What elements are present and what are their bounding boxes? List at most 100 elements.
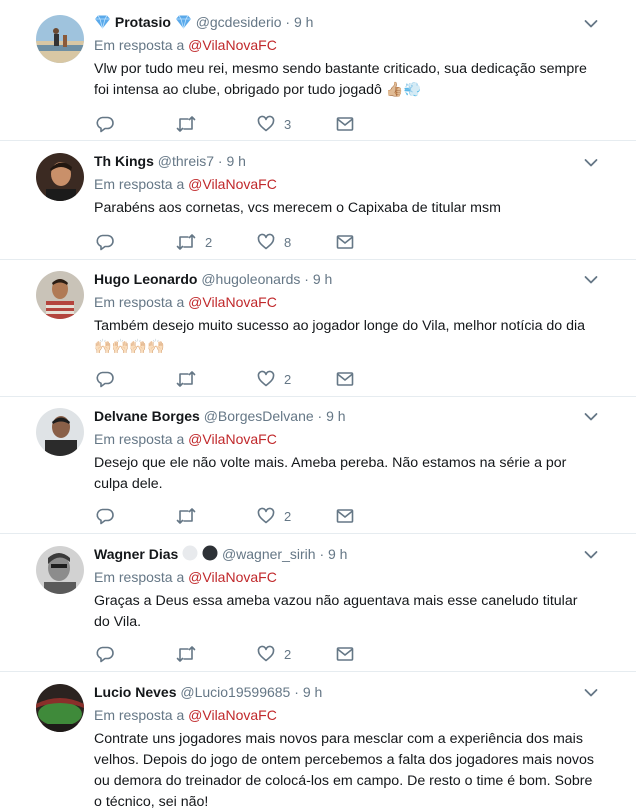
user-handle[interactable]: @BorgesDelvane	[204, 408, 314, 424]
display-name[interactable]: Protasio	[115, 14, 171, 30]
like-button[interactable]: 2	[257, 369, 291, 389]
reply-button[interactable]	[96, 644, 114, 664]
diamond-icon	[95, 15, 110, 29]
display-name[interactable]: Hugo Leonardo	[94, 271, 197, 287]
message-button[interactable]	[336, 644, 354, 664]
avatar[interactable]	[36, 15, 84, 63]
tweet-header: Th Kings @threis7 · 9 h	[94, 151, 596, 171]
avatar[interactable]	[36, 271, 84, 319]
chevron-down-icon[interactable]	[584, 688, 598, 698]
retweet-button[interactable]	[176, 506, 205, 526]
tweet[interactable]: Protasio @gcdesiderio · 9 h Em resposta …	[0, 0, 636, 141]
display-name[interactable]: Wagner Dias	[94, 546, 178, 562]
reply-to-link[interactable]: @VilaNovaFC	[188, 569, 277, 585]
tweet-text: Graças a Deus essa ameba vazou não aguen…	[94, 593, 578, 630]
timestamp[interactable]: 9 h	[226, 153, 245, 169]
separator-dot: ·	[319, 546, 325, 562]
retweet-count: 2	[205, 234, 213, 250]
user-handle[interactable]: @threis7	[158, 153, 214, 169]
separator-dot: ·	[304, 271, 309, 287]
like-count: 2	[284, 371, 292, 387]
reply-icon	[96, 646, 114, 663]
tweet-header: Delvane Borges @BorgesDelvane · 9 h	[94, 406, 596, 426]
retweet-button[interactable]	[176, 644, 205, 664]
display-name[interactable]: Th Kings	[94, 153, 154, 169]
tweet-body: Th Kings @threis7 · 9 h Em resposta a @V…	[94, 151, 596, 219]
black-circle-icon	[202, 545, 218, 561]
display-name[interactable]: Delvane Borges	[94, 408, 200, 424]
tweet-text: Contrate uns jogadores mais novos para m…	[94, 731, 595, 810]
retweet-button[interactable]: 2	[176, 232, 212, 252]
tweet[interactable]: Delvane Borges @BorgesDelvane · 9 h Em r…	[0, 397, 636, 534]
reply-to-link[interactable]: @VilaNovaFC	[188, 176, 277, 192]
like-count: 8	[284, 234, 292, 250]
avatar[interactable]	[36, 153, 84, 201]
chevron-down-icon[interactable]	[584, 275, 598, 285]
reply-prefix: Em resposta a	[94, 707, 185, 723]
user-handle[interactable]: @gcdesiderio	[196, 14, 282, 30]
avatar-man-icon	[36, 271, 84, 319]
like-button[interactable]: 8	[257, 232, 291, 252]
user-handle[interactable]: @hugoleonards	[201, 271, 300, 287]
message-button[interactable]	[336, 506, 354, 526]
like-count: 2	[284, 508, 292, 524]
chevron-down-icon[interactable]	[584, 158, 598, 168]
retweet-button[interactable]	[176, 369, 205, 389]
tweet-actions: 3	[96, 114, 366, 134]
tweet-feed: Protasio @gcdesiderio · 9 h Em resposta …	[0, 0, 636, 810]
reply-prefix: Em resposta a	[94, 294, 185, 310]
timestamp[interactable]: 9 h	[294, 14, 313, 30]
chevron-down-icon[interactable]	[584, 19, 598, 29]
separator-dot: ·	[217, 153, 223, 169]
timestamp[interactable]: 9 h	[326, 408, 345, 424]
reply-to-link[interactable]: @VilaNovaFC	[188, 431, 277, 447]
separator-dot: ·	[294, 684, 299, 700]
chevron-down-icon[interactable]	[584, 412, 598, 422]
like-button[interactable]: 2	[257, 644, 291, 664]
reply-button[interactable]	[96, 114, 114, 134]
display-name[interactable]: Lucio Neves	[94, 684, 176, 700]
reply-button[interactable]	[96, 506, 114, 526]
tweet[interactable]: Th Kings @threis7 · 9 h Em resposta a @V…	[0, 141, 636, 260]
user-handle[interactable]: @Lucio19599685	[180, 684, 290, 700]
reply-to-link[interactable]: @VilaNovaFC	[188, 294, 277, 310]
tweet[interactable]: Hugo Leonardo @hugoleonards · 9 h Em res…	[0, 260, 636, 397]
reply-prefix: Em resposta a	[94, 176, 185, 192]
reply-icon	[96, 371, 114, 388]
message-button[interactable]	[336, 114, 354, 134]
reply-context: Em resposta a @VilaNovaFC	[94, 35, 596, 55]
avatar[interactable]	[36, 546, 84, 594]
reply-button[interactable]	[96, 232, 114, 252]
timestamp[interactable]: 9 h	[313, 271, 332, 287]
reply-context: Em resposta a @VilaNovaFC	[94, 429, 596, 449]
diamond-icon	[175, 15, 191, 29]
tweet[interactable]: Wagner Dias @wagner_sirih · 9 h Em respo…	[0, 534, 636, 672]
like-button[interactable]: 3	[257, 114, 291, 134]
reply-to-link[interactable]: @VilaNovaFC	[188, 707, 277, 723]
tweet-header: Hugo Leonardo @hugoleonards · 9 h	[94, 269, 596, 289]
tweet-actions: 2	[96, 369, 366, 389]
tweet-text: Parabéns aos cornetas, vcs merecem o Cap…	[94, 200, 501, 216]
timestamp[interactable]: 9 h	[328, 546, 347, 562]
tweet-text: Vlw por tudo meu rei, mesmo sendo bastan…	[94, 61, 587, 98]
tweet-body: Delvane Borges @BorgesDelvane · 9 h Em r…	[94, 406, 596, 495]
reply-button[interactable]	[96, 369, 114, 389]
reply-to-link[interactable]: @VilaNovaFC	[188, 37, 277, 53]
separator-dot: ·	[285, 14, 291, 30]
reply-context: Em resposta a @VilaNovaFC	[94, 567, 596, 587]
tweet-header: Lucio Neves @Lucio19599685 · 9 h	[94, 682, 596, 702]
avatar[interactable]	[36, 684, 84, 732]
message-button[interactable]	[336, 369, 354, 389]
tweet[interactable]: Lucio Neves @Lucio19599685 · 9 h Em resp…	[0, 672, 636, 810]
like-button[interactable]: 2	[257, 506, 291, 526]
retweet-button[interactable]	[176, 114, 205, 134]
message-button[interactable]	[336, 232, 354, 252]
chevron-down-icon[interactable]	[584, 550, 598, 560]
user-handle[interactable]: @wagner_sirih	[222, 546, 316, 562]
timestamp[interactable]: 9 h	[303, 684, 322, 700]
avatar-man-icon	[36, 546, 84, 594]
avatar-man-icon	[36, 408, 84, 456]
tweet-header: Wagner Dias @wagner_sirih · 9 h	[94, 544, 596, 564]
avatar[interactable]	[36, 408, 84, 456]
heart-icon	[257, 115, 275, 132]
